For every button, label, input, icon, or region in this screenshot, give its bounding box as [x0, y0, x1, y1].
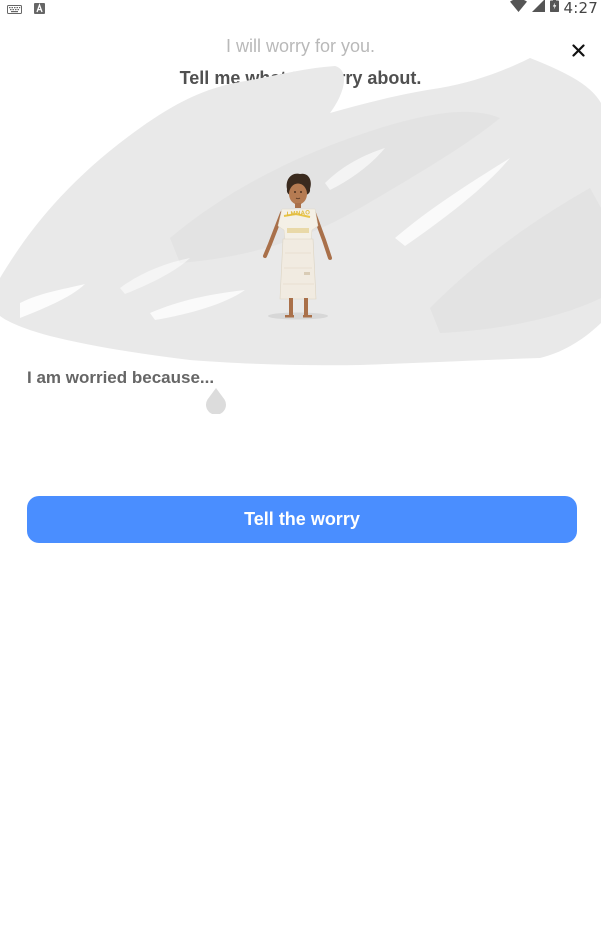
tell-the-worry-button[interactable]: Tell the worry — [27, 496, 577, 543]
illustration: LMNAO — [0, 58, 601, 368]
signal-icon — [531, 0, 545, 17]
status-time: 4:27 — [563, 0, 598, 17]
battery-icon — [549, 0, 559, 17]
wifi-icon — [509, 0, 527, 17]
page-subtitle: I will worry for you. — [225, 36, 376, 56]
teardrop-handle-icon — [206, 388, 226, 415]
a-letter-icon — [34, 1, 45, 19]
keyboard-icon — [7, 1, 22, 19]
status-bar-left — [7, 1, 45, 19]
status-bar: 4:27 — [0, 0, 601, 19]
close-icon — [571, 43, 585, 57]
worry-input[interactable] — [27, 365, 575, 391]
status-bar-right: 4:27 — [509, 0, 598, 17]
text-cursor-handle[interactable] — [203, 386, 229, 415]
